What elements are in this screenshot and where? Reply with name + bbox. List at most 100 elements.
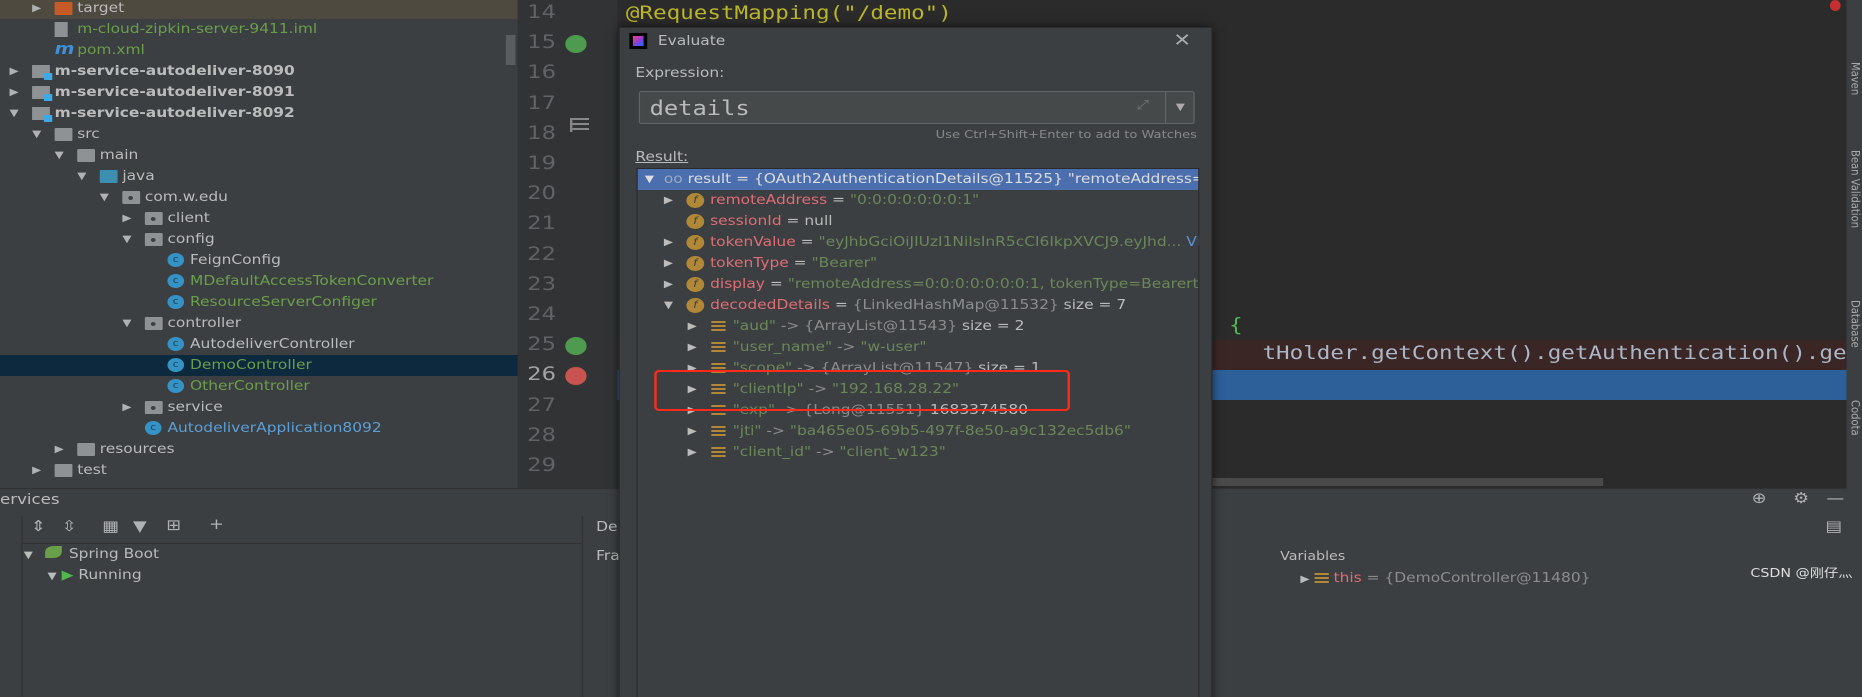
chevron-right-icon[interactable]: ▶ [664, 274, 673, 295]
map-entry-row[interactable]: ▶ "client_id" -> "client_w123" [638, 442, 1199, 463]
tree-item[interactable]: ▶ resources [0, 439, 518, 460]
tree-item[interactable]: c AutodeliverApplication8092 [0, 418, 518, 439]
folder-icon [144, 317, 163, 330]
chevron-right-icon[interactable]: ▶ [10, 82, 22, 103]
field-row[interactable]: ▼ f decodedDetails = {LinkedHashMap@11532}… [638, 295, 1199, 316]
bean-validation-tab[interactable]: Bean Validation [1848, 150, 1861, 228]
expression-field[interactable]: ⤢ ▼ [638, 91, 1195, 124]
chevron-right-icon[interactable]: ▶ [688, 337, 697, 358]
field-row[interactable]: ▶ f tokenValue = "eyJhbGciOiJIUzI1NiIsInR5… [638, 232, 1198, 253]
tree-item[interactable]: ▼ java [0, 166, 518, 187]
tree-item[interactable]: ▶ m-service-autodeliver-8091 [0, 82, 518, 103]
field-row[interactable]: ▶ f tokenType = "Bearer" [638, 253, 1199, 274]
chevron-right-icon[interactable]: ▶ [55, 439, 67, 460]
map-entry-row[interactable]: ▶ "user_name" -> "w-user" [638, 337, 1199, 358]
evaluate-dialog[interactable]: Evaluate ✕ Expression: ⤢ ▼ Use Ctrl+Shif… [618, 27, 1213, 697]
chevron-down-icon[interactable]: ▼ [77, 166, 89, 187]
chevron-right-icon[interactable]: ▶ [122, 397, 134, 418]
tree-item[interactable]: ▶ test [0, 460, 518, 481]
spring-boot-node[interactable]: ▼ Spring Boot [24, 544, 159, 565]
field-row[interactable]: ▶ f display = "remoteAddress=0:0:0:0:0:0:0… [638, 274, 1198, 295]
tree-item[interactable]: m-cloud-zipkin-server-9411.iml [0, 19, 518, 40]
tree-item[interactable]: ▶ client [0, 208, 518, 229]
chevron-down-icon[interactable]: ▼ [32, 124, 44, 145]
result-root-text: result = {OAuth2AuthenticationDetails@11… [687, 172, 1200, 187]
tree-item-label: ResourceServerConfiger [190, 295, 377, 310]
result-root-row[interactable]: ▼ oo result = {OAuth2AuthenticationDetails… [637, 169, 1200, 190]
tree-item[interactable]: ▶ m-service-autodeliver-8090 [0, 61, 518, 82]
chevron-right-icon[interactable]: ▶ [688, 316, 697, 337]
web-endpoint-icon[interactable] [565, 337, 587, 356]
chevron-down-icon[interactable]: ▼ [645, 169, 654, 190]
tree-item-label: java [122, 169, 155, 184]
target-icon[interactable]: ⊕ [1752, 489, 1767, 507]
view-link[interactable]: View [1186, 235, 1198, 250]
tree-item[interactable]: c ResourceServerConfiger [0, 292, 518, 313]
chevron-down-icon[interactable]: ▼ [664, 295, 673, 316]
tree-item[interactable]: ▼ m-service-autodeliver-8092 [0, 103, 518, 124]
tree-item-label: FeignConfig [190, 253, 281, 268]
chevron-down-icon[interactable]: ▼ [10, 103, 22, 124]
tree-item[interactable]: c AutodeliverController [0, 334, 518, 355]
chevron-down-icon[interactable]: ▼ [55, 145, 67, 166]
expression-input[interactable] [640, 92, 1163, 123]
chevron-right-icon[interactable]: ▶ [32, 0, 44, 19]
error-indicator-icon[interactable] [1829, 0, 1841, 11]
chevron-right-icon[interactable]: ▶ [122, 208, 134, 229]
group-by-icon[interactable]: ▦ [102, 517, 119, 535]
running-node[interactable]: ▼ ▶ Running [48, 565, 142, 586]
close-icon[interactable]: ✕ [1173, 30, 1191, 51]
tree-item[interactable]: ▶ service [0, 397, 518, 418]
tree-item[interactable]: ▼ controller [0, 313, 518, 334]
chevron-right-icon[interactable]: ▶ [688, 421, 697, 442]
database-tab[interactable]: Database [1848, 300, 1861, 348]
breakpoint-icon[interactable] [565, 367, 587, 386]
field-row[interactable]: f sessionId = null [638, 211, 1199, 232]
layout-icon[interactable]: ▤ [1825, 517, 1842, 535]
variables-row-this[interactable]: ▶ this = {DemoController@11480} [1300, 571, 1590, 586]
tree-item[interactable]: ▼ main [0, 145, 518, 166]
tree-item[interactable]: c OtherController [0, 376, 518, 397]
tree-item[interactable]: ▶ target [0, 0, 518, 19]
expand-all-icon[interactable]: ⇕ [31, 517, 46, 535]
field-row[interactable]: ▶ f remoteAddress = "0:0:0:0:0:0:0:1" [638, 190, 1199, 211]
tree-item[interactable]: c DemoController [0, 355, 518, 376]
tree-item[interactable]: ▼ src [0, 124, 518, 145]
maven-tab[interactable]: Maven [1848, 62, 1861, 95]
new-tab-icon[interactable]: ⊞ [166, 516, 181, 534]
chevron-down-icon[interactable]: ▼ [122, 313, 134, 334]
chevron-right-icon[interactable]: ▶ [664, 232, 673, 253]
horizontal-scrollbar[interactable] [1211, 478, 1604, 486]
chevron-right-icon[interactable]: ▶ [664, 253, 673, 274]
chevron-down-icon[interactable]: ▼ [100, 187, 112, 208]
chevron-right-icon[interactable]: ▶ [688, 442, 697, 463]
filter-icon[interactable]: ▼ [133, 517, 147, 535]
tree-item[interactable]: c MDefaultAccessTokenConverter [0, 271, 518, 292]
tree-item-label: client [167, 211, 210, 226]
chevron-right-icon[interactable]: ▶ [10, 61, 22, 82]
add-service-icon[interactable]: + [209, 515, 224, 533]
history-dropdown-button[interactable]: ▼ [1164, 92, 1195, 123]
tree-item[interactable]: ▼ com.w.edu [0, 187, 518, 208]
expand-icon[interactable]: ⤢ [1136, 98, 1148, 113]
gear-icon[interactable]: ⚙ [1793, 489, 1809, 507]
tree-item[interactable]: m pom.xml [0, 40, 518, 61]
tree-item[interactable]: c FeignConfig [0, 250, 518, 271]
codota-tab[interactable]: Codota [1848, 400, 1861, 436]
tree-item-label: config [167, 232, 215, 247]
entry-value: "w-user" [860, 340, 927, 355]
minimize-icon[interactable]: — [1826, 489, 1844, 507]
result-tree[interactable]: ▼ oo result = {OAuth2AuthenticationDetails… [636, 168, 1200, 697]
arrow-separator: -> [811, 445, 840, 460]
map-entry-row[interactable]: ▶ "aud" -> {ArrayList@11543} size = 2 [638, 316, 1199, 337]
chevron-right-icon[interactable]: ▶ [32, 460, 44, 481]
map-entry-row[interactable]: ▶ "jti" -> "ba465e05-69b5-497f-8e50-a9c13… [638, 421, 1199, 442]
tree-item[interactable]: ▼ config [0, 229, 518, 250]
chevron-down-icon[interactable]: ▼ [122, 229, 134, 250]
project-tree[interactable]: ▶ target m-cloud-zipkin-server-9411.iml m po… [0, 0, 518, 488]
implementation-icon[interactable] [570, 118, 589, 132]
collapse-all-icon[interactable]: ⇳ [62, 517, 77, 535]
tree-scrollbar[interactable] [505, 35, 516, 65]
chevron-right-icon[interactable]: ▶ [664, 190, 673, 211]
spring-bean-icon[interactable] [565, 35, 587, 54]
